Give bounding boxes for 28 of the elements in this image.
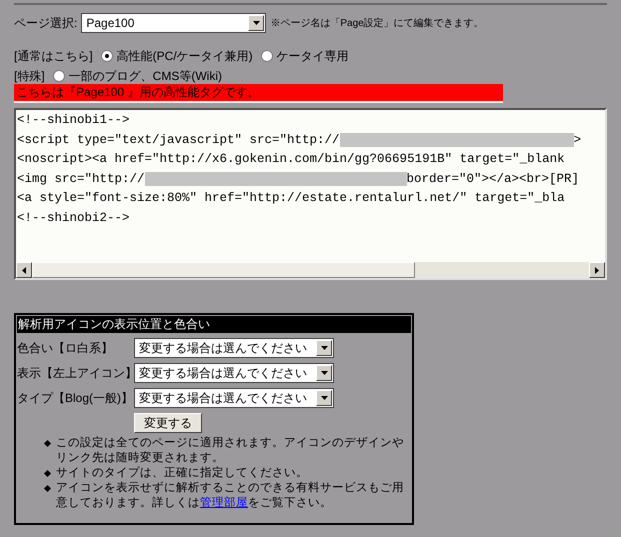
code-line: <img src="http:// [17, 170, 145, 188]
panel-title: 解析用アイコンの表示位置と色合い [17, 316, 411, 333]
tag-banner: こちらは『Page100 』用の高性能タグです。 [14, 84, 503, 103]
code-line: border="0"></a><br>[PR] [406, 170, 580, 188]
code-line: <!--shinobi1--> [17, 112, 130, 129]
setting-dropdown[interactable]: 変更する場合は選んでください [134, 363, 334, 383]
code-line: <!--shinobi2--> [17, 210, 130, 226]
code-line: > [574, 132, 582, 148]
setting-label: 色合い【ロ白系】 [17, 340, 114, 357]
mode-option[interactable]: ケータイ専用 [260, 46, 349, 64]
note-text: サイトのタイプは、正確に指定してください。 [56, 466, 308, 481]
mode-option[interactable]: 一部のブログ、CMS等(Wiki) [52, 66, 222, 84]
apply-button[interactable]: 変更する [134, 413, 202, 433]
page-select-dropdown[interactable]: Page100 [81, 13, 266, 33]
code-line: <noscript><a href="http://x6.gokenin.com/bin/gg?06695191B" target="_blank [17, 151, 565, 168]
page-select-label: ページ選択: [14, 15, 78, 32]
setting-dropdown[interactable]: 変更する場合は選んでください [134, 338, 334, 358]
page-name-note: ※ページ名は「Page設定」にて編集できます。 [270, 16, 484, 30]
note-text: アイコンを表示せずに解析することのできる有料サービスもご用意しております。詳しくは管理部屋をご覧下さい。 [56, 481, 405, 511]
note-text: この設定は全てのページに適用されます。アイコンのデザインやリンク先は随時変更されます。 [56, 436, 405, 466]
setting-label: 表示【左上アイコン】 [17, 365, 134, 382]
code-line: <script type="text/javascript" src="http:// [17, 132, 340, 148]
code-line: <a style="font-size:80%" href="http://estate.rentalurl.net/" target="_bla [17, 190, 565, 207]
mode-label: [特殊] [14, 68, 45, 84]
setting-label: タイプ【Blog(一般)】 [17, 390, 134, 407]
mode-label: [通常はこちら] [14, 48, 93, 64]
mode-option[interactable]: 高性能(PC/ケータイ兼用) [100, 46, 253, 64]
setting-dropdown[interactable]: 変更する場合は選んでください [134, 388, 334, 408]
